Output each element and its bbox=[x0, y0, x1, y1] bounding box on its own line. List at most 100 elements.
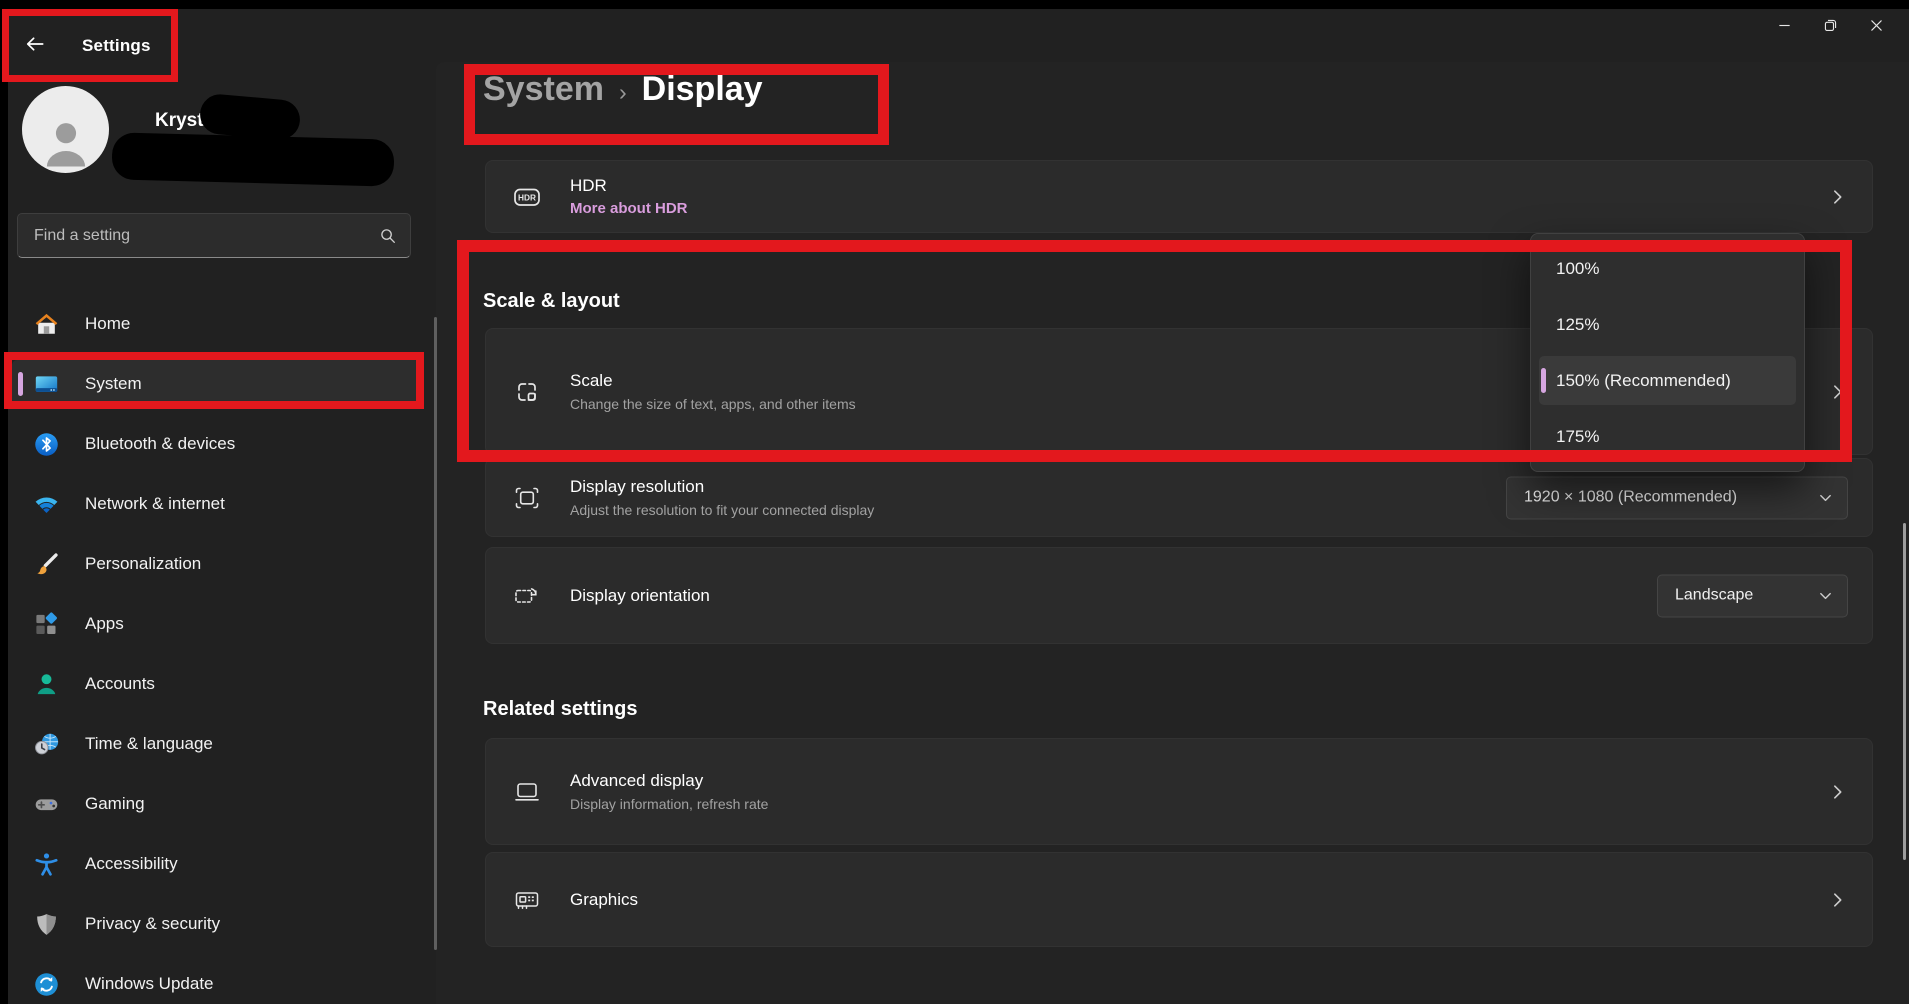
close-button[interactable] bbox=[1853, 8, 1899, 42]
close-icon bbox=[1869, 18, 1884, 33]
selected-accent-bar bbox=[1541, 368, 1546, 393]
sidebar-item-apps[interactable]: Apps bbox=[12, 600, 424, 648]
display-orientation-title: Display orientation bbox=[570, 586, 710, 606]
display-resolution-subtitle: Adjust the resolution to fit your connec… bbox=[570, 502, 874, 518]
windows-update-icon bbox=[33, 971, 60, 998]
sidebar-item-label: Accounts bbox=[85, 674, 155, 694]
sidebar-item-windows-update[interactable]: Windows Update bbox=[12, 960, 424, 1004]
sidebar-item-privacy-security[interactable]: Privacy & security bbox=[12, 900, 424, 948]
scale-title: Scale bbox=[570, 371, 856, 391]
resolution-value: 1920 × 1080 (Recommended) bbox=[1524, 489, 1737, 507]
sidebar-item-label: Gaming bbox=[85, 794, 145, 814]
sidebar-scrollbar[interactable] bbox=[434, 317, 437, 950]
graphics-row[interactable]: Graphics bbox=[485, 852, 1873, 947]
display-orientation-icon bbox=[512, 581, 542, 611]
main-scrollbar[interactable] bbox=[1903, 523, 1906, 860]
settings-window: Settings Krystine Find a setting HomeSys… bbox=[0, 0, 1909, 1004]
sidebar-item-label: System bbox=[85, 374, 142, 394]
display-resolution-title: Display resolution bbox=[570, 477, 874, 497]
sidebar-item-system[interactable]: System bbox=[12, 360, 424, 408]
orientation-value: Landscape bbox=[1675, 587, 1753, 605]
minimize-button[interactable] bbox=[1761, 8, 1807, 42]
home-icon bbox=[33, 311, 60, 338]
sidebar-item-gaming[interactable]: Gaming bbox=[12, 780, 424, 828]
sidebar-item-label: Bluetooth & devices bbox=[85, 434, 235, 454]
search-icon bbox=[379, 227, 397, 245]
chevron-down-icon bbox=[1818, 490, 1833, 505]
sidebar-item-label: Network & internet bbox=[85, 494, 225, 514]
related-settings-header: Related settings bbox=[483, 698, 637, 721]
sidebar-item-label: Apps bbox=[85, 614, 124, 634]
hdr-icon: HDR bbox=[512, 182, 542, 212]
search-placeholder: Find a setting bbox=[34, 227, 379, 245]
minimize-icon bbox=[1777, 18, 1792, 33]
sidebar-item-label: Time & language bbox=[85, 734, 213, 754]
chevron-right-icon bbox=[1829, 188, 1846, 205]
accessibility-icon bbox=[33, 851, 60, 878]
scale-icon bbox=[512, 377, 542, 407]
scale-dropdown-flyout: 100% 125% 150% (Recommended) 175% bbox=[1530, 233, 1805, 472]
sidebar-item-personalization[interactable]: Personalization bbox=[12, 540, 424, 588]
advanced-display-row[interactable]: Advanced display Display information, re… bbox=[485, 738, 1873, 845]
chevron-right-icon bbox=[1829, 383, 1846, 400]
back-arrow-icon bbox=[24, 33, 46, 60]
scale-option-175[interactable]: 175% bbox=[1539, 412, 1796, 461]
scale-option-label: 125% bbox=[1556, 315, 1599, 335]
chevron-right-icon bbox=[1829, 783, 1846, 800]
top-edge bbox=[0, 0, 1909, 9]
sidebar-item-accounts[interactable]: Accounts bbox=[12, 660, 424, 708]
scale-subtitle: Change the size of text, apps, and other… bbox=[570, 396, 856, 412]
resolution-select[interactable]: 1920 × 1080 (Recommended) bbox=[1506, 476, 1848, 519]
display-orientation-row[interactable]: Display orientation Landscape bbox=[485, 547, 1873, 644]
maximize-button[interactable] bbox=[1807, 8, 1853, 42]
sidebar-item-label: Home bbox=[85, 314, 130, 334]
apps-icon bbox=[33, 611, 60, 638]
back-button[interactable] bbox=[20, 32, 50, 60]
system-icon bbox=[33, 371, 60, 398]
avatar bbox=[22, 86, 109, 173]
orientation-select[interactable]: Landscape bbox=[1657, 574, 1848, 617]
scale-option-label: 100% bbox=[1556, 259, 1599, 279]
sidebar-item-time-language[interactable]: Time & language bbox=[12, 720, 424, 768]
graphics-title: Graphics bbox=[570, 890, 638, 910]
gaming-icon bbox=[33, 791, 60, 818]
breadcrumb-system[interactable]: System bbox=[483, 70, 604, 109]
scale-option-100[interactable]: 100% bbox=[1539, 244, 1796, 293]
personalization-icon bbox=[33, 551, 60, 578]
network-icon bbox=[33, 491, 60, 518]
hdr-title: HDR bbox=[570, 176, 688, 196]
scale-option-150-selected[interactable]: 150% (Recommended) bbox=[1539, 356, 1796, 405]
display-resolution-icon bbox=[512, 483, 542, 513]
time-language-icon bbox=[33, 731, 60, 758]
sidebar-item-bluetooth-devices[interactable]: Bluetooth & devices bbox=[12, 420, 424, 468]
maximize-icon bbox=[1823, 18, 1838, 33]
left-edge bbox=[0, 0, 8, 1004]
person-icon bbox=[35, 111, 97, 173]
scale-option-125[interactable]: 125% bbox=[1539, 300, 1796, 349]
graphics-icon bbox=[512, 885, 542, 915]
chevron-down-icon bbox=[1818, 588, 1833, 603]
search-input[interactable]: Find a setting bbox=[17, 213, 411, 258]
sidebar-item-accessibility[interactable]: Accessibility bbox=[12, 840, 424, 888]
hdr-row[interactable]: HDR HDR More about HDR bbox=[485, 160, 1873, 233]
sidebar-item-label: Privacy & security bbox=[85, 914, 220, 934]
page-title: Display bbox=[642, 70, 763, 109]
sidebar-item-network-internet[interactable]: Network & internet bbox=[12, 480, 424, 528]
selected-accent-bar bbox=[18, 372, 23, 396]
breadcrumb-separator: › bbox=[604, 79, 642, 106]
sidebar-item-label: Accessibility bbox=[85, 854, 178, 874]
app-title: Settings bbox=[82, 36, 151, 56]
breadcrumb: System › Display bbox=[483, 70, 763, 109]
scale-layout-header: Scale & layout bbox=[483, 290, 620, 313]
chevron-right-icon bbox=[1829, 891, 1846, 908]
sidebar-item-home[interactable]: Home bbox=[12, 300, 424, 348]
scale-option-label: 150% (Recommended) bbox=[1556, 371, 1731, 391]
sidebar-item-label: Personalization bbox=[85, 554, 201, 574]
sidebar-item-label: Windows Update bbox=[85, 974, 214, 994]
advanced-display-icon bbox=[512, 777, 542, 807]
sidebar-nav: Home System Bluetooth & devices Network & i… bbox=[12, 300, 424, 1004]
bluetooth-icon bbox=[33, 431, 60, 458]
hdr-more-link[interactable]: More about HDR bbox=[570, 200, 688, 217]
advanced-display-title: Advanced display bbox=[570, 771, 768, 791]
accounts-icon bbox=[33, 671, 60, 698]
